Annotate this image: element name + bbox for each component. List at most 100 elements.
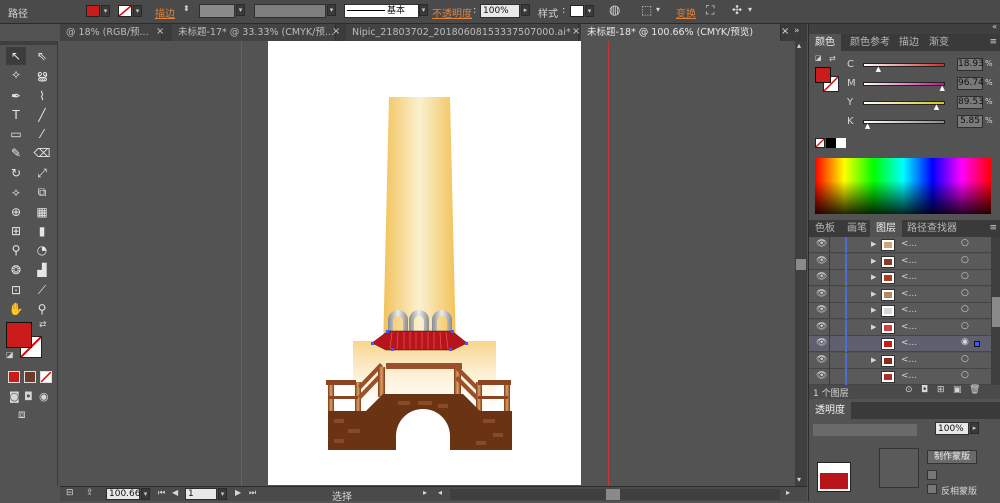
stroke-dropdown[interactable]: ▾ (133, 5, 142, 17)
status-icon[interactable]: ⊟ (66, 488, 74, 498)
invert-mask-checkbox[interactable] (927, 484, 937, 494)
tab-transparency[interactable]: 透明度 (809, 402, 851, 419)
layer-row[interactable]: 👁 ▶ <... ○ (809, 253, 991, 270)
visibility-eye-icon[interactable]: 👁 (816, 305, 827, 315)
direct-selection-tool-icon[interactable]: ⇖ (32, 47, 52, 65)
layers-scrollbar[interactable] (991, 237, 1000, 385)
zoom-dropdown[interactable]: ▾ (141, 488, 150, 500)
arrange-icon[interactable]: ✣ (732, 3, 742, 17)
tab-brushes[interactable]: 画笔 (841, 220, 873, 237)
color-mode-icon[interactable] (8, 371, 20, 383)
channel-value-field[interactable]: 89.53 (957, 96, 984, 109)
curvature-tool-icon[interactable]: ⌇ (32, 87, 52, 105)
column-graph-tool-icon[interactable]: ▟ (32, 261, 52, 279)
channel-slider-track[interactable] (863, 101, 945, 105)
tab-color[interactable]: 颜色 (809, 34, 841, 51)
layer-row[interactable]: 👁 ▶ <... ○ (809, 319, 991, 336)
arrange-dropdown-icon[interactable]: ▾ (748, 5, 752, 14)
variable-width-dropdown[interactable]: ▾ (327, 4, 336, 16)
isolate-icon[interactable]: ⛶ (706, 3, 714, 18)
tower-illustration[interactable] (268, 41, 581, 485)
mask-thumbnail[interactable] (879, 448, 919, 488)
channel-slider-knob[interactable]: ▲ (934, 103, 939, 111)
layer-row[interactable]: 👁 ▶ <... ○ (809, 286, 991, 303)
scroll-up-icon[interactable]: ▴ (797, 41, 801, 50)
artboard-number-field[interactable]: 1 (185, 488, 217, 500)
transform-link[interactable]: 变换 (676, 5, 696, 20)
visibility-eye-icon[interactable]: 👁 (816, 371, 827, 381)
line-tool-icon[interactable]: ╱ (32, 106, 52, 124)
stroke-swatch[interactable] (118, 5, 132, 17)
brush-definition-field[interactable]: 基本 (344, 4, 419, 18)
last-artboard-icon[interactable]: ⏭ (249, 488, 256, 498)
eraser-tool-icon[interactable]: ⌫ (32, 144, 52, 162)
artboard-tool-icon[interactable]: ⊡ (6, 281, 26, 299)
expand-arrow-icon[interactable]: ▶ (871, 356, 876, 364)
align-dropdown-icon[interactable]: ▾ (656, 5, 660, 14)
color-spectrum[interactable] (815, 158, 991, 214)
next-artboard-icon[interactable]: ▶ (235, 488, 241, 497)
layer-row[interactable]: 👁 <... ◉ (809, 336, 991, 352)
layer-row[interactable]: 👁 ▶ <... ○ (809, 352, 991, 369)
clip-checkbox[interactable] (927, 470, 937, 480)
brush-dropdown[interactable]: ▾ (419, 4, 428, 16)
close-icon[interactable]: × (781, 26, 789, 37)
expand-arrow-icon[interactable]: ▶ (871, 323, 876, 331)
symbol-sprayer-tool-icon[interactable]: ❂ (6, 261, 26, 279)
prev-artboard-icon[interactable]: ◀ (172, 488, 178, 497)
scroll-right-icon[interactable]: ▸ (786, 488, 790, 497)
target-icon[interactable]: ○ (961, 370, 969, 380)
fill-swatch[interactable] (86, 5, 100, 17)
horizontal-scroll-thumb[interactable] (606, 489, 620, 500)
vertical-scrollbar[interactable]: ▴ ▾ (795, 41, 807, 486)
visibility-eye-icon[interactable]: 👁 (816, 338, 827, 348)
make-mask-button[interactable]: 制作蒙版 (927, 450, 977, 464)
first-artboard-icon[interactable]: ⏮ (158, 488, 165, 498)
scale-tool-icon[interactable]: ⤢ (32, 164, 52, 182)
locate-object-icon[interactable]: ⊙ (905, 385, 913, 395)
style-swatch[interactable] (570, 5, 584, 17)
blend-tool-icon[interactable]: ◔ (32, 241, 52, 259)
visibility-eye-icon[interactable]: 👁 (816, 322, 827, 332)
tabs-overflow-icon[interactable]: » (794, 26, 800, 36)
opacity-field[interactable]: 100% (480, 4, 520, 18)
style-dropdown[interactable]: ▾ (585, 5, 594, 17)
magic-wand-tool-icon[interactable]: ✧ (6, 66, 26, 84)
visibility-eye-icon[interactable]: 👁 (816, 355, 827, 365)
target-icon[interactable]: ○ (961, 271, 969, 281)
close-icon[interactable]: × (572, 26, 580, 37)
shape-builder-tool-icon[interactable]: ⊕ (6, 203, 26, 221)
expand-arrow-icon[interactable]: ▶ (871, 240, 876, 248)
expand-arrow-icon[interactable]: ▶ (871, 257, 876, 265)
target-icon[interactable]: ○ (961, 321, 969, 331)
draw-inside-icon[interactable]: ◉ (39, 390, 49, 403)
channel-slider-knob[interactable]: ▲ (865, 122, 870, 130)
type-tool-icon[interactable]: T (6, 106, 26, 124)
stroke-weight-field[interactable] (199, 4, 235, 18)
free-transform-tool-icon[interactable]: ⧉ (32, 183, 52, 201)
target-icon[interactable]: ○ (961, 288, 969, 298)
none-mode-icon[interactable] (40, 371, 52, 383)
tab-pathfinder[interactable]: 路径查找器 (901, 220, 963, 237)
visibility-eye-icon[interactable]: 👁 (816, 239, 827, 249)
lasso-tool-icon[interactable]: ൠ (32, 66, 52, 84)
stroke-weight-link[interactable]: 描边 (155, 5, 175, 20)
artboard[interactable] (268, 41, 581, 485)
rectangle-tool-icon[interactable]: ▭ (6, 125, 26, 143)
blend-mode-select[interactable] (813, 424, 917, 436)
channel-value-field[interactable]: 96.74 (957, 77, 984, 90)
tab-layers[interactable]: 图层 (870, 220, 902, 237)
mesh-tool-icon[interactable]: ⊞ (6, 222, 26, 240)
gradient-tool-icon[interactable]: ▮ (32, 222, 52, 240)
fill-color-box[interactable] (6, 322, 32, 348)
tab-stroke[interactable]: 描边 (893, 34, 925, 51)
layers-scroll-thumb[interactable] (992, 297, 1000, 327)
expand-arrow-icon[interactable]: ▶ (871, 290, 876, 298)
vertical-scroll-thumb[interactable] (796, 259, 806, 270)
hand-tool-icon[interactable]: ✋ (6, 300, 26, 318)
visibility-eye-icon[interactable]: 👁 (816, 256, 827, 266)
target-icon[interactable]: ◉ (961, 337, 969, 347)
status-menu-icon[interactable]: ▸ (423, 488, 427, 497)
selection-tool-icon[interactable]: ↖ (6, 47, 26, 65)
gradient-mode-icon[interactable] (24, 371, 36, 383)
